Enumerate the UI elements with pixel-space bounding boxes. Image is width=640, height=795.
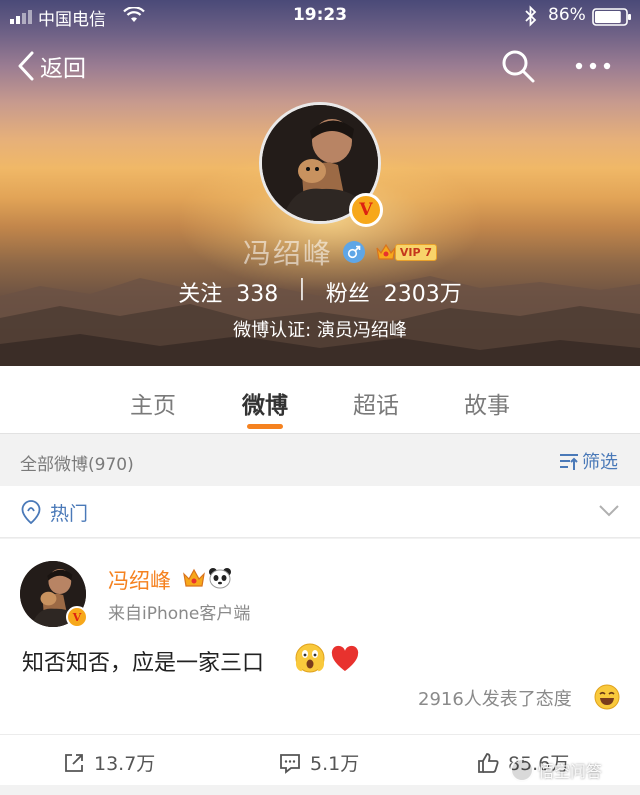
heart-emoji-icon xyxy=(331,645,359,671)
thumbs-up-icon xyxy=(478,752,499,773)
profile-name: 冯绍峰 xyxy=(242,237,333,270)
back-label: 返回 xyxy=(40,56,86,82)
repost-icon xyxy=(65,753,83,772)
vip-level-label: VIP 7 xyxy=(394,243,438,261)
attitude-count[interactable]: 2916人发表了态度 xyxy=(418,685,572,711)
search-icon[interactable] xyxy=(500,48,536,84)
tab-super-topic[interactable]: 超话 xyxy=(331,386,421,420)
vip-crown-icon xyxy=(376,243,396,260)
post-author-name[interactable]: 冯绍峰 xyxy=(108,565,171,595)
following-value: 338 xyxy=(236,282,279,307)
verification-text: 微博认证: 演员冯绍峰 xyxy=(233,320,407,341)
hot-label: 热门 xyxy=(50,503,89,525)
vip-crown-icon xyxy=(183,568,205,587)
back-chevron-icon xyxy=(18,51,34,81)
followers-value: 2303万 xyxy=(383,282,462,307)
profile-tabs: 主页 微博 超话 故事 xyxy=(0,366,640,434)
profile-name-row: 冯绍峰 VIP 7 xyxy=(0,232,640,272)
weibo-post[interactable]: V 冯绍峰 来自iPhone客户端 知否知否，应是一家三口 2916人发表了态度 xyxy=(0,539,640,785)
laughing-face-emoji-icon xyxy=(594,684,620,710)
profile-stats: 关注 338 | 粉丝 2303万 xyxy=(0,276,640,308)
followers-stat[interactable]: 粉丝 2303万 xyxy=(326,276,462,308)
verified-badge: V xyxy=(349,193,383,227)
comment-icon xyxy=(280,753,300,774)
shocked-face-emoji-icon xyxy=(295,643,325,673)
post-source: 来自iPhone客户端 xyxy=(108,604,251,624)
following-label: 关注 xyxy=(178,282,223,307)
tab-stories[interactable]: 故事 xyxy=(442,386,532,420)
following-stat[interactable]: 关注 338 xyxy=(178,276,278,308)
filter-icon xyxy=(560,454,578,470)
status-time: 19:23 xyxy=(292,5,348,25)
male-gender-icon xyxy=(342,241,365,263)
battery-percent: 86% xyxy=(548,5,586,25)
battery-icon xyxy=(592,8,631,26)
repost-count: 13.7万 xyxy=(94,753,156,775)
vip-badge[interactable]: VIP 7 xyxy=(375,241,438,263)
tab-home[interactable]: 主页 xyxy=(108,386,198,420)
bluetooth-icon xyxy=(525,5,537,27)
feed-count-bar: 全部微博(970) 筛选 xyxy=(0,435,640,485)
filter-button[interactable]: 筛选 xyxy=(558,448,618,474)
location-pin-icon xyxy=(21,500,41,525)
comment-count: 5.1万 xyxy=(310,753,360,775)
watermark: 悟空问答 xyxy=(510,758,602,782)
panda-badge-icon xyxy=(209,568,231,589)
mountain-silhouette xyxy=(0,276,640,366)
hot-section-bar[interactable]: 热门 xyxy=(0,486,640,538)
followers-label: 粉丝 xyxy=(325,282,370,307)
post-count: 全部微博(970) xyxy=(20,455,134,475)
status-bar: 中国电信 19:23 86% xyxy=(0,0,640,34)
watermark-logo-icon xyxy=(510,758,534,782)
active-tab-indicator xyxy=(247,424,283,429)
stats-separator: | xyxy=(298,276,306,301)
filter-label: 筛选 xyxy=(582,452,618,473)
more-icon[interactable] xyxy=(572,52,614,80)
bottom-divider xyxy=(0,785,640,795)
repost-button[interactable]: 13.7万 xyxy=(62,749,155,776)
chevron-down-icon[interactable] xyxy=(598,504,620,518)
post-text: 知否知否，应是一家三口 xyxy=(22,651,265,676)
watermark-text: 悟空问答 xyxy=(538,762,603,781)
profile-header-background: 中国电信 19:23 86% 返回 V 冯绍峰 VIP 7 关注 338 | 粉… xyxy=(0,0,640,366)
back-button[interactable]: 返回 xyxy=(16,48,86,84)
post-verified-badge: V xyxy=(66,606,88,628)
comment-button[interactable]: 5.1万 xyxy=(278,749,359,776)
tab-weibo[interactable]: 微博 xyxy=(220,386,310,420)
